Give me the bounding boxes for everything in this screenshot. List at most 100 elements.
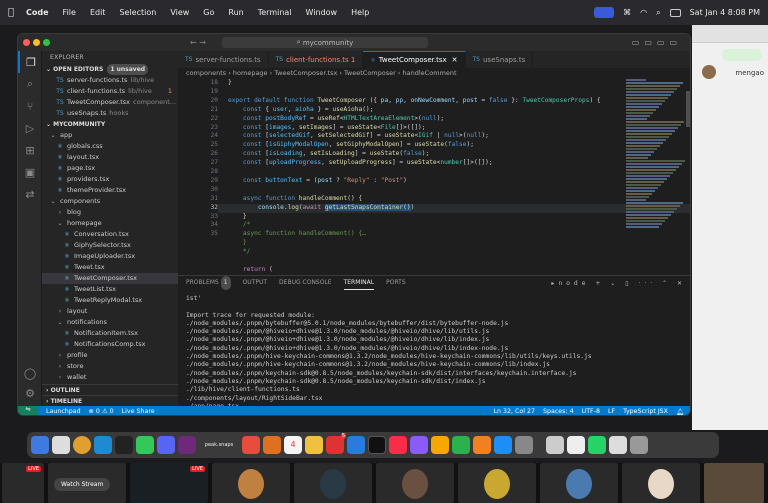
file-item[interactable]: ⚛ page.tsx bbox=[42, 163, 178, 174]
folder-item[interactable]: › wallet bbox=[42, 372, 178, 383]
code-editor[interactable]: 18} 19 20 export default function TweetComp… bbox=[178, 79, 690, 275]
folder-item[interactable]: › store bbox=[42, 361, 178, 372]
status-live-share[interactable]: Live Share bbox=[122, 408, 155, 415]
menu-file[interactable]: File bbox=[63, 8, 76, 17]
slack-icon[interactable] bbox=[178, 436, 196, 454]
menu-edit[interactable]: Edit bbox=[90, 8, 106, 17]
clock-datetime[interactable]: Sat Jan 4 8:08 PM bbox=[690, 8, 760, 17]
video-tile-camera[interactable] bbox=[704, 463, 764, 503]
status-language-mode[interactable]: TypeScript JSX bbox=[623, 408, 668, 416]
calendar-icon[interactable]: 4 bbox=[284, 436, 302, 454]
layout-controls-icon[interactable]: ▭▭▭▭ bbox=[632, 38, 682, 47]
file-item[interactable]: ⚛ ImageUploader.tsx bbox=[42, 251, 178, 262]
whatsapp-icon[interactable] bbox=[588, 436, 606, 454]
terminal-tools[interactable]: ▸node + ⌄ ▯ ··· ⌃ ✕ bbox=[551, 280, 686, 287]
terminal-icon[interactable] bbox=[115, 436, 133, 454]
run-debug-icon[interactable]: ▷ bbox=[18, 117, 42, 139]
status-launchpad[interactable]: Launchpad bbox=[46, 408, 81, 415]
code-line[interactable]: const { user, aioha } = useAioha(); bbox=[228, 106, 373, 115]
editor-scrollbar[interactable] bbox=[686, 91, 690, 127]
close-window-button[interactable] bbox=[23, 39, 30, 46]
code-line[interactable]: export default function TweetComposer ({… bbox=[228, 97, 601, 106]
video-tile[interactable]: Watch Stream bbox=[48, 463, 126, 503]
status-problems[interactable]: ⊗ 0 ⚠ 0 bbox=[89, 408, 114, 415]
vscode-icon[interactable] bbox=[94, 436, 112, 454]
menu-terminal[interactable]: Terminal bbox=[258, 8, 292, 17]
code-line[interactable]: console.log(await getLastSnapsContainer(… bbox=[228, 203, 414, 213]
file-item[interactable]: ⚛ GiphySelector.tsx bbox=[42, 240, 178, 251]
wifi-icon[interactable]: ◠ bbox=[640, 8, 647, 17]
panel-tab[interactable]: DEBUG CONSOLE bbox=[279, 276, 332, 290]
editor-tab[interactable]: TS server-functions.ts bbox=[178, 51, 269, 68]
breadcrumb[interactable]: components › homepage › TweetComposer.ts… bbox=[178, 68, 690, 79]
panel-tab[interactable]: TERMINAL bbox=[343, 276, 375, 290]
minimize-window-button[interactable] bbox=[33, 39, 40, 46]
menu-run[interactable]: Run bbox=[228, 8, 243, 17]
video-tile[interactable]: LIVE bbox=[2, 463, 44, 503]
settings-gear-icon[interactable]: ⚙ bbox=[18, 382, 42, 404]
code-line[interactable]: } bbox=[228, 213, 247, 222]
photos-icon[interactable] bbox=[347, 436, 365, 454]
video-tile[interactable] bbox=[212, 463, 290, 503]
folder-item[interactable]: ⌄ notifications bbox=[42, 317, 178, 328]
document-icon[interactable] bbox=[609, 436, 627, 454]
panel-tab[interactable]: OUTPUT bbox=[243, 276, 267, 290]
video-tile[interactable] bbox=[376, 463, 454, 503]
remote-explorer-icon[interactable]: ▣ bbox=[18, 161, 42, 183]
open-editors-header[interactable]: ⌄ OPEN EDITORS 1 unsaved bbox=[42, 64, 178, 75]
control-center-icon[interactable] bbox=[669, 8, 681, 17]
status-indentation[interactable]: Spaces: 4 bbox=[543, 408, 574, 416]
code-line[interactable]: const buttonText = (post ? "Reply" : "Po… bbox=[228, 177, 407, 186]
code-line[interactable]: */ bbox=[228, 248, 250, 257]
system-settings-icon[interactable] bbox=[515, 436, 533, 454]
code-line[interactable]: async function handleComment() { bbox=[228, 195, 362, 204]
numbers-icon[interactable] bbox=[452, 436, 470, 454]
video-tile[interactable] bbox=[294, 463, 372, 503]
minimap[interactable] bbox=[626, 79, 686, 229]
code-line[interactable]: const [isGiphyModalOpen, setGiphyModalOp… bbox=[228, 141, 474, 150]
panel-tab[interactable]: PROBLEMS 1 bbox=[186, 276, 231, 290]
messages-icon[interactable] bbox=[136, 436, 154, 454]
file-item[interactable]: ⚛ NotificationItem.tsx bbox=[42, 328, 178, 339]
control-icon[interactable]: ⌘ bbox=[623, 8, 631, 17]
extensions-icon[interactable]: ⊞ bbox=[18, 139, 42, 161]
timeline-header[interactable]: › TIMELINE bbox=[42, 395, 178, 406]
folder-item[interactable]: › blog bbox=[42, 207, 178, 218]
dock-app-label[interactable]: peak.snaps bbox=[199, 436, 239, 454]
folder-item[interactable]: › layout bbox=[42, 306, 178, 317]
open-editor-item[interactable]: TS useSnaps.ts hooks bbox=[42, 108, 178, 119]
video-tile[interactable] bbox=[622, 463, 700, 503]
menu-view[interactable]: View bbox=[170, 8, 189, 17]
open-editor-item[interactable]: TS client-functions.ts lib/hive 1 bbox=[42, 86, 178, 97]
app-icon-2[interactable] bbox=[263, 436, 281, 454]
project-header[interactable]: ⌄ MYCOMMUNITY bbox=[42, 119, 178, 130]
apple-icon[interactable]:  bbox=[8, 7, 14, 18]
watch-stream-button[interactable]: Watch Stream bbox=[54, 478, 111, 491]
outline-header[interactable]: › OUTLINE bbox=[42, 384, 178, 395]
music-icon[interactable] bbox=[389, 436, 407, 454]
discord-icon[interactable] bbox=[157, 436, 175, 454]
file-item[interactable]: ⚛ providers.tsx bbox=[42, 174, 178, 185]
code-line[interactable]: } bbox=[228, 239, 247, 248]
file-item[interactable]: ⚛ layout.tsx bbox=[42, 152, 178, 163]
open-editor-item[interactable]: TS server-functions.ts lib/hive bbox=[42, 75, 178, 86]
code-line[interactable]: } bbox=[228, 79, 232, 88]
finder-icon[interactable] bbox=[31, 436, 49, 454]
video-tile[interactable] bbox=[540, 463, 618, 503]
file-item[interactable]: ⚛ globals.css bbox=[42, 141, 178, 152]
code-line[interactable]: async function handleComment() {… bbox=[228, 230, 366, 239]
file-item[interactable]: ⚛ Tweet.tsx bbox=[42, 262, 178, 273]
app-store-icon[interactable] bbox=[494, 436, 512, 454]
open-editor-item[interactable]: TS TweetComposer.tsx component... bbox=[42, 97, 178, 108]
code-line[interactable]: const [isLoading, setIsLoading] = useSta… bbox=[228, 150, 429, 159]
textedit-icon[interactable] bbox=[567, 436, 585, 454]
editor-tab[interactable]: TS client-functions.ts 1 bbox=[269, 51, 364, 68]
launchpad-icon[interactable] bbox=[52, 436, 70, 454]
file-item[interactable]: ⚛ themeProvider.tsx bbox=[42, 185, 178, 196]
editor-tab[interactable]: TS useSnaps.ts bbox=[466, 51, 534, 68]
terminal-output[interactable]: ist' Import trace for requested module: … bbox=[178, 290, 690, 415]
code-line[interactable]: /* bbox=[228, 221, 250, 230]
live-share-icon[interactable]: ⇄ bbox=[18, 183, 42, 205]
app-icon[interactable] bbox=[242, 436, 260, 454]
screen-record-icon[interactable] bbox=[594, 7, 615, 18]
